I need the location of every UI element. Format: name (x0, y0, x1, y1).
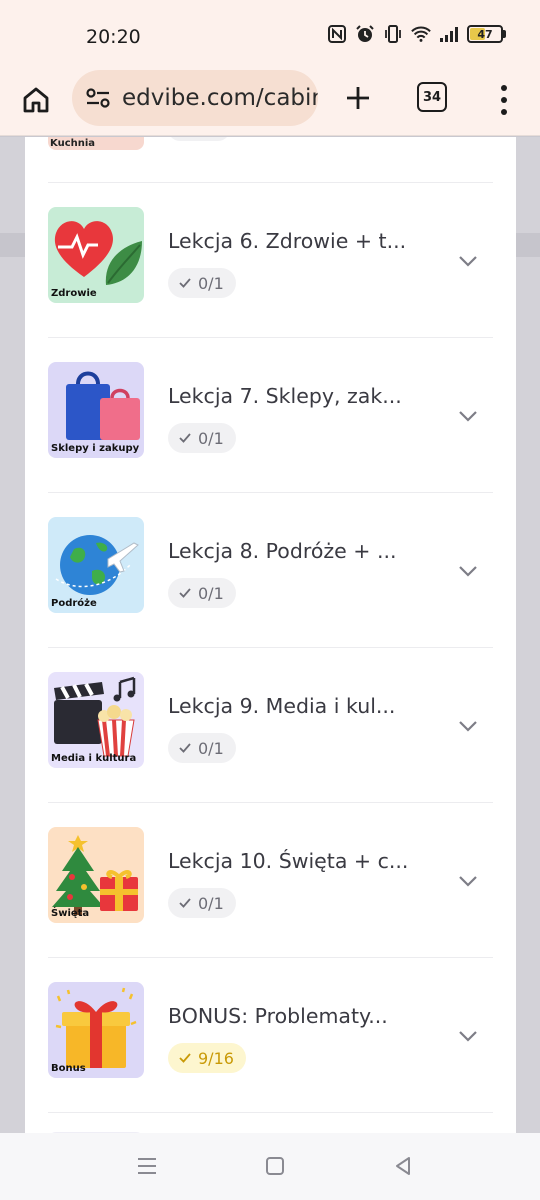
home-square-icon[interactable] (262, 1153, 288, 1179)
check-icon (179, 743, 191, 753)
progress-badge: 0/1 (168, 423, 236, 453)
thumb-label: Bonus (51, 1063, 86, 1074)
tab-count: 34 (422, 89, 442, 105)
lesson-row-podroze[interactable]: Podróże Lekcja 8. Podróże + ... 0/1 (48, 493, 493, 648)
check-icon (179, 1053, 191, 1063)
lesson-row-sklepy[interactable]: Sklepy i zakupy Lekcja 7. Sklepy, zak...… (48, 338, 493, 493)
thumb-label: Sklepy i zakupy (51, 443, 140, 454)
chevron-down-icon[interactable] (456, 714, 480, 738)
lesson-title: Lekcja 7. Sklepy, zak... (168, 384, 402, 408)
check-icon (179, 898, 191, 908)
battery-percent: 47 (477, 27, 493, 41)
vibrate-icon (383, 24, 403, 44)
chevron-down-icon[interactable] (456, 559, 480, 583)
more-menu-icon[interactable] (492, 80, 516, 120)
thumb-label: Kuchnia (50, 138, 96, 149)
wifi-icon (411, 24, 431, 44)
status-time: 20:20 (86, 26, 141, 48)
thumb-label: Podróże (51, 598, 97, 609)
new-tab-plus-icon[interactable] (338, 78, 378, 118)
nfc-icon (327, 24, 347, 44)
lesson-title: Lekcja 9. Media i kul... (168, 694, 396, 718)
lesson-title: Lekcja 8. Podróże + ... (168, 539, 397, 563)
chevron-down-icon[interactable] (456, 404, 480, 428)
progress-text: 0/1 (198, 893, 224, 913)
status-icons: 47 (327, 24, 506, 44)
previous-lesson-thumbnail[interactable]: Kuchnia (48, 137, 144, 150)
lesson-thumbnail: Święta (48, 827, 144, 923)
lesson-row-bonus[interactable]: Bonus BONUS: Problematy... 9/16 (48, 958, 493, 1113)
chevron-down-icon[interactable] (456, 1024, 480, 1048)
browser-toolbar: edvibe.com/cabir 34 (0, 70, 540, 136)
progress-text: 0/1 (198, 738, 224, 758)
lesson-title: BONUS: Problematy... (168, 1004, 388, 1028)
home-icon[interactable] (18, 82, 54, 118)
check-icon (179, 588, 191, 598)
battery-icon: 47 (467, 25, 506, 43)
thumb-label: Media i kultura (51, 753, 137, 764)
thumb-label: Zdrowie (51, 288, 97, 299)
site-settings-icon[interactable] (84, 84, 112, 112)
chevron-down-icon[interactable] (456, 249, 480, 273)
address-bar[interactable]: edvibe.com/cabir (72, 70, 318, 126)
progress-text: 0/1 (198, 273, 224, 293)
alarm-icon (355, 24, 375, 44)
lesson-title: Lekcja 6. Zdrowie + t... (168, 229, 407, 253)
lesson-thumbnail: Zdrowie (48, 207, 144, 303)
lesson-thumbnail: Media i kultura (48, 672, 144, 768)
progress-text: 0/1 (198, 428, 224, 448)
lesson-title: Lekcja 10. Święta + c... (168, 849, 409, 873)
recent-apps-icon[interactable] (134, 1153, 160, 1179)
previous-lesson-badge (168, 137, 230, 141)
progress-text: 9/16 (198, 1048, 234, 1068)
progress-badge: 9/16 (168, 1043, 246, 1073)
url-text: edvibe.com/cabir (122, 85, 318, 111)
system-nav-bar (0, 1133, 540, 1200)
lesson-thumbnail: Bonus (48, 982, 144, 1078)
signal-icon (439, 24, 459, 44)
tab-switcher-icon[interactable]: 34 (417, 82, 447, 112)
lesson-row-media[interactable]: Media i kultura Lekcja 9. Media i kul...… (48, 648, 493, 803)
progress-text: 0/1 (198, 583, 224, 603)
check-icon (179, 278, 191, 288)
progress-badge: 0/1 (168, 888, 236, 918)
lesson-row-zdrowie[interactable]: Zdrowie Lekcja 6. Zdrowie + t... 0/1 (48, 183, 493, 338)
lesson-thumbnail: Sklepy i zakupy (48, 362, 144, 458)
battery-body: 47 (467, 25, 503, 43)
progress-badge: 0/1 (168, 578, 236, 608)
lesson-thumbnail: Podróże (48, 517, 144, 613)
battery-tip (503, 30, 506, 38)
check-icon (179, 433, 191, 443)
chevron-down-icon[interactable] (456, 869, 480, 893)
progress-badge: 0/1 (168, 268, 236, 298)
lesson-list-sheet[interactable]: Kuchnia Zdrowie Lekcja 6. Zdrowie + t...… (25, 137, 516, 1133)
progress-badge: 0/1 (168, 733, 236, 763)
back-triangle-icon[interactable] (390, 1153, 416, 1179)
status-bar: 20:20 47 (0, 0, 540, 70)
lesson-row-swieta[interactable]: Święta Lekcja 10. Święta + c... 0/1 (48, 803, 493, 958)
thumb-label: Święta (51, 908, 90, 919)
